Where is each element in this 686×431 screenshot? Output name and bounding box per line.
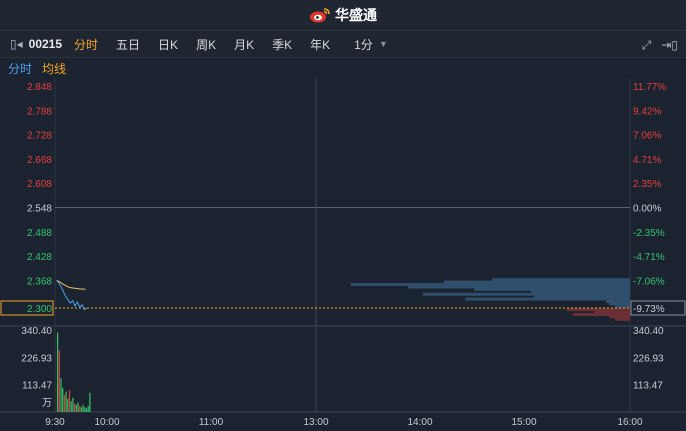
stock-code: 00215 [28, 37, 63, 51]
volume-bar [60, 378, 62, 412]
time-tick-label: 11:00 [199, 417, 224, 428]
percent-tick-label: -4.71% [633, 252, 665, 263]
volume-bar [89, 392, 91, 412]
toolbar-right: ⤢ ⇥▯ [642, 31, 678, 59]
volume-bar [72, 397, 74, 412]
intraday-chart[interactable]: 2.848 2.788 2.728 2.668 2.608 2.548 2.488 2.428… [0, 78, 686, 431]
brand-logo: 华盛通 [309, 5, 377, 25]
tab-jik[interactable]: 季K [272, 36, 292, 53]
time-tick-label: 14:00 [407, 417, 432, 428]
time-tick-label: 10:00 [94, 417, 119, 428]
price-tick-label: 2.848 [27, 82, 52, 93]
price-tick-label: 2.548 [27, 204, 52, 215]
tab-wuri[interactable]: 五日 [116, 36, 140, 53]
percent-tick-label: 4.71% [633, 155, 661, 166]
sell-depth-bar [465, 297, 630, 301]
volume-bar [84, 407, 86, 412]
volume-bar [77, 402, 79, 412]
time-tick-label: 16:00 [617, 417, 642, 428]
volume-tick-label-right: 226.93 [633, 353, 664, 364]
interval-value: 1分 [354, 37, 373, 52]
price-tick-label: 2.428 [27, 252, 52, 263]
price-tick-label: 2.608 [27, 179, 52, 190]
expand-panel-icon[interactable]: ⇥▯ [661, 38, 678, 52]
volume-bar [70, 401, 72, 412]
price-tick-label: 2.728 [27, 131, 52, 142]
volume-bar [75, 404, 77, 412]
time-tick-label: 9:30 [45, 417, 65, 428]
volume-tick-label-right: 113.47 [633, 381, 663, 392]
percent-tick-label: 2.35% [633, 179, 661, 190]
volume-bar [79, 405, 81, 412]
time-tick-label: 13:00 [303, 417, 328, 428]
current-percent-label: -9.73% [633, 304, 665, 315]
brand-name: 华盛通 [335, 7, 377, 23]
avg-price-line [56, 279, 86, 290]
volume-tick-label: 340.40 [21, 326, 52, 337]
volume-bar [57, 332, 59, 412]
percent-tick-label: 7.06% [633, 131, 661, 142]
buy-depth-bar [615, 317, 630, 321]
collapse-sidebar-icon[interactable]: ▯◂ [8, 37, 25, 51]
volume-bar [65, 391, 67, 412]
volume-bar [58, 350, 60, 412]
volume-bar [67, 398, 69, 412]
tab-fenshi[interactable]: 分时 [74, 36, 98, 53]
volume-bar [80, 407, 82, 412]
indicator-junxian[interactable]: 均线 [42, 60, 66, 77]
time-tick-label: 15:00 [511, 417, 536, 428]
volume-tick-label: 万 [42, 398, 52, 409]
volume-bar [74, 403, 76, 412]
price-tick-label: 2.488 [27, 228, 52, 239]
price-line [56, 280, 87, 311]
interval-dropdown[interactable]: 1分 ▼ [354, 36, 388, 53]
percent-tick-label: -7.06% [633, 276, 665, 287]
sell-depth-bar [615, 304, 630, 308]
indicator-tabs: 分时 均线 [0, 58, 686, 78]
volume-bar [63, 395, 65, 412]
volume-tick-label: 226.93 [21, 353, 52, 364]
price-tick-label: 2.788 [27, 106, 52, 117]
percent-tick-label: 11.77% [633, 82, 666, 93]
percent-tick-label: 0.00% [633, 204, 661, 215]
tab-yuek[interactable]: 月K [234, 36, 254, 53]
chart-toolbar: ▯◂ 00215 分时 五日 日K 周K 月K 季K 年K 1分 ▼ ⤢ ⇥▯ [0, 30, 686, 58]
app-header: 华盛通 [0, 0, 686, 30]
price-tick-label: 2.668 [27, 155, 52, 166]
percent-tick-label: -2.35% [633, 228, 665, 239]
volume-bar [62, 387, 64, 412]
volume-bar [85, 408, 88, 412]
volume-bar [87, 405, 89, 412]
volume-tick-label-right: 340.40 [633, 326, 664, 337]
chevron-down-icon: ▼ [378, 39, 388, 49]
tab-rik[interactable]: 日K [158, 36, 178, 53]
volume-bar [82, 404, 84, 412]
current-price-label: 2.300 [27, 304, 52, 315]
tab-zhouk[interactable]: 周K [196, 36, 216, 53]
volume-bar [68, 390, 71, 412]
weibo-logo-icon [310, 8, 330, 23]
price-tick-label: 2.368 [27, 276, 52, 287]
percent-tick-label: 9.42% [633, 106, 661, 117]
indicator-fenshi[interactable]: 分时 [8, 60, 32, 77]
volume-tick-label: 113.47 [22, 381, 52, 392]
tab-niank[interactable]: 年K [310, 36, 330, 53]
fullscreen-icon[interactable]: ⤢ [642, 38, 652, 53]
